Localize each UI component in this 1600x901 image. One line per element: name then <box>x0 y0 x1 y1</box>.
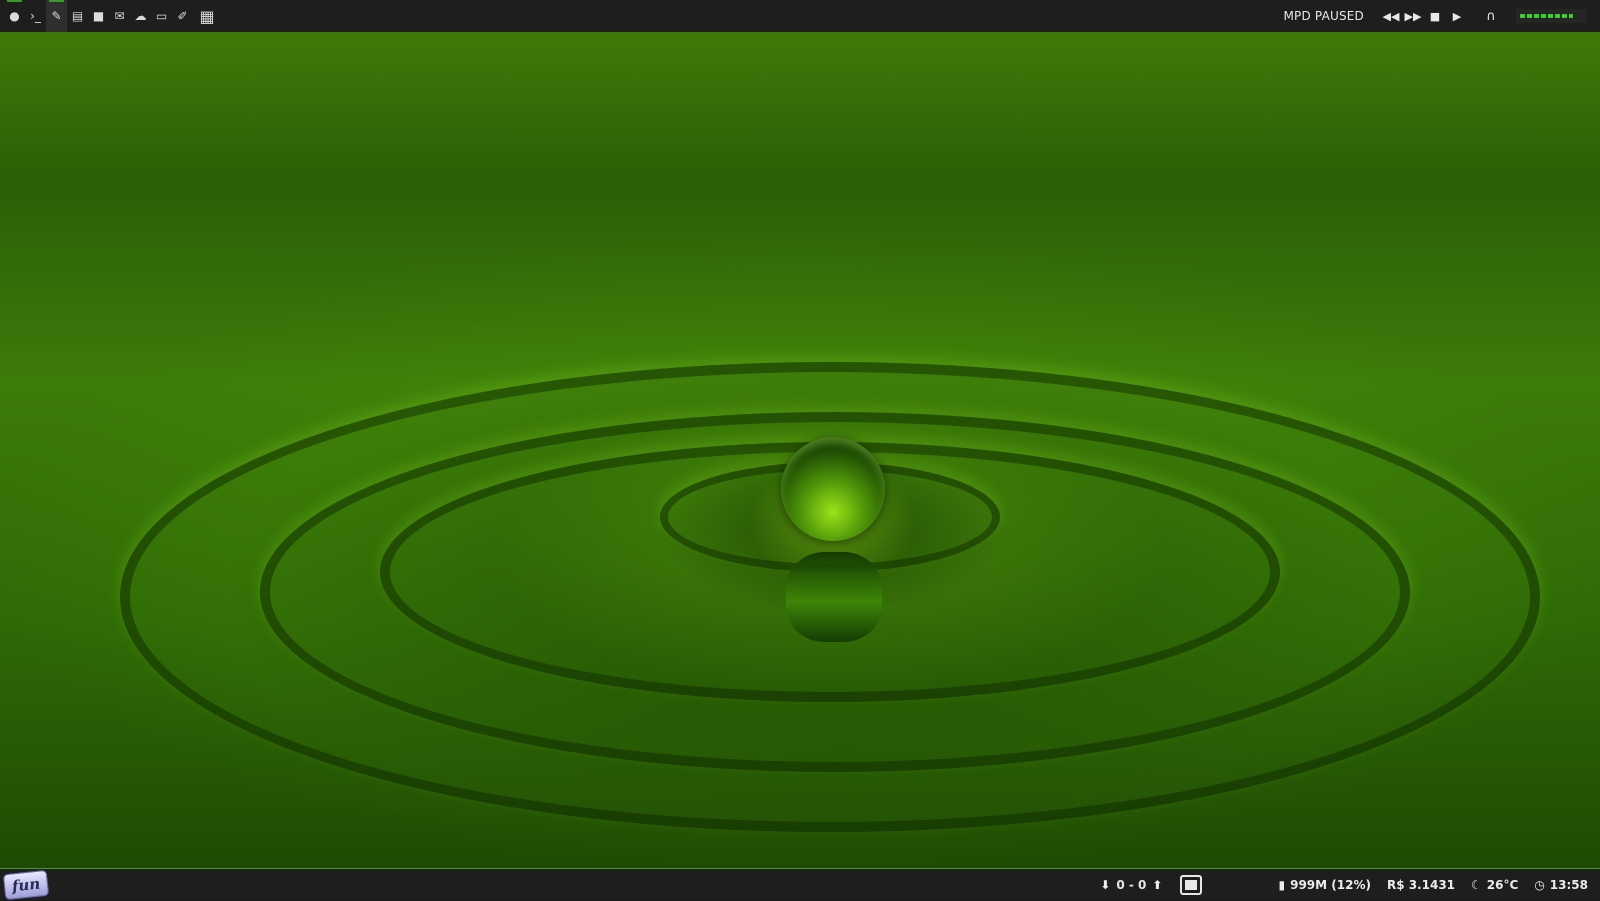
currency-value: R$ 3.1431 <box>1386 877 1456 892</box>
download-arrow-icon: ⬇ <box>1100 877 1111 892</box>
document-icon[interactable]: ▤ <box>67 0 88 32</box>
terminal-icon[interactable]: ›_ <box>25 0 46 32</box>
moon-icon: ☾ <box>1471 877 1482 892</box>
distro-logo[interactable]: fun <box>2 869 50 900</box>
desktop-wallpaper <box>0 32 1600 868</box>
network-traffic-value: 0 - 0 <box>1116 877 1147 892</box>
wallpaper-water-drop <box>781 437 885 541</box>
chat-icon[interactable]: ☁ <box>130 0 151 32</box>
launcher-bar: ● ›_ ✎ ▤ ■ ✉ ☁ ▭ ✐ ▦ <box>0 0 221 32</box>
system-menu-icon[interactable]: ● <box>4 0 25 32</box>
clock-icon: ◷ <box>1534 877 1545 892</box>
mail-icon[interactable]: ✉ <box>109 0 130 32</box>
memory-icon: ▮ <box>1278 877 1286 892</box>
grid-glyph: ▦ <box>199 6 215 26</box>
bottom-panel: fun ⬇ 0 - 0 ⬆ ▮ 999M (12%) R$ 3.1431 ☾ 2… <box>0 868 1600 900</box>
wallpaper-drop-reflection <box>786 552 882 642</box>
next-track-icon[interactable]: ▶▶ <box>1402 10 1424 23</box>
document-glyph: ▤ <box>71 9 84 23</box>
distro-logo-text: fun <box>10 874 41 895</box>
folder-icon[interactable]: ■ <box>88 0 109 32</box>
monitor-glyph: ▭ <box>155 9 168 23</box>
tools-glyph: ✐ <box>177 9 188 23</box>
top-panel: ● ›_ ✎ ▤ ■ ✉ ☁ ▭ ✐ ▦ MPD PAUSED ◀◀ ▶▶ ■ … <box>0 0 1600 32</box>
clock[interactable]: ◷ 13:58 <box>1534 878 1588 892</box>
mail-glyph: ✉ <box>114 9 125 23</box>
monitor-icon[interactable]: ▭ <box>151 0 172 32</box>
editor-icon[interactable]: ✎ <box>46 0 67 32</box>
previous-track-icon[interactable]: ◀◀ <box>1380 10 1402 23</box>
system-menu-glyph: ● <box>9 9 20 23</box>
terminal-glyph: ›_ <box>30 9 41 23</box>
currency-rate: R$ 3.1431 <box>1387 878 1455 892</box>
editor-glyph: ✎ <box>51 9 62 23</box>
stop-icon[interactable]: ■ <box>1424 10 1446 23</box>
temperature-value: 26°C <box>1486 877 1519 892</box>
volume-level <box>1520 14 1573 18</box>
mpd-widget: MPD PAUSED ◀◀ ▶▶ ■ ▶ ∩ <box>1283 0 1600 32</box>
headphones-icon[interactable]: ∩ <box>1476 9 1506 24</box>
clock-time: 13:58 <box>1549 877 1588 892</box>
workspace-indicator-fill <box>1185 879 1198 890</box>
network-traffic: ⬇ 0 - 0 ⬆ <box>1100 878 1162 892</box>
status-area: ⬇ 0 - 0 ⬆ ▮ 999M (12%) R$ 3.1431 ☾ 26°C … <box>1100 869 1600 901</box>
tools-icon[interactable]: ✐ <box>172 0 193 32</box>
memory-value: 999M (12%) <box>1290 877 1371 892</box>
grid-icon[interactable]: ▦ <box>193 0 221 32</box>
play-icon[interactable]: ▶ <box>1446 10 1468 23</box>
chat-glyph: ☁ <box>134 9 147 23</box>
folder-glyph: ■ <box>92 9 105 23</box>
volume-bar[interactable] <box>1516 9 1586 23</box>
weather: ☾ 26°C <box>1471 878 1518 892</box>
memory-usage: ▮ 999M (12%) <box>1278 878 1370 892</box>
upload-arrow-icon: ⬆ <box>1152 877 1163 892</box>
mpd-status-label: MPD PAUSED <box>1283 9 1364 23</box>
workspace-indicator[interactable] <box>1180 874 1203 895</box>
